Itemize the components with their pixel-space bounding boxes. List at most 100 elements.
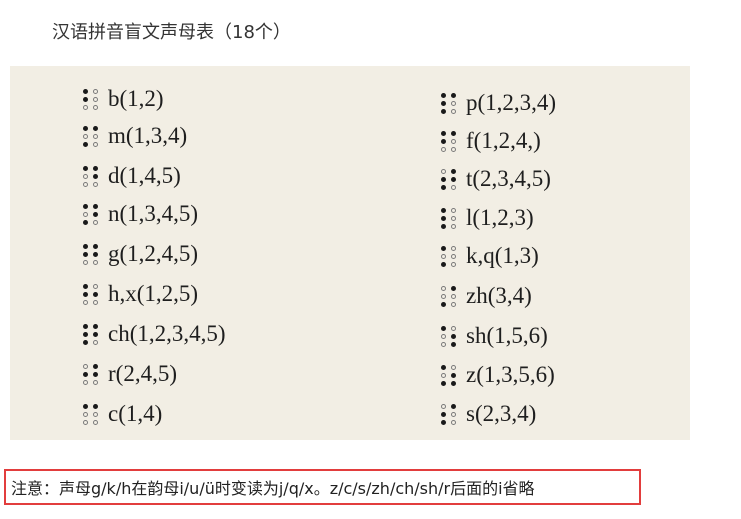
- braille-dot: [441, 176, 446, 182]
- initial-label: m(1,3,4): [108, 123, 188, 148]
- braille-dot: [93, 133, 98, 139]
- braille-dot: [441, 333, 446, 339]
- initial-label: s(2,3,4): [466, 401, 537, 426]
- braille-dot: [83, 173, 88, 179]
- braille-entry: g(1,2,4,5): [82, 237, 198, 271]
- braille-entry: f(1,2,4,): [440, 124, 541, 158]
- braille-entry: n(1,3,4,5): [82, 197, 198, 231]
- braille-dot: [451, 364, 456, 370]
- initial-label: p(1,2,3,4): [466, 90, 557, 115]
- braille-dot: [451, 138, 456, 144]
- braille-dot: [441, 341, 446, 347]
- braille-dot: [451, 419, 456, 425]
- braille-dot: [451, 293, 456, 299]
- braille-dot: [441, 130, 446, 136]
- braille-cell-icon: [440, 207, 457, 230]
- braille-dot: [93, 173, 98, 179]
- braille-dot: [441, 92, 446, 98]
- braille-dot: [441, 253, 446, 259]
- initial-label: t(2,3,4,5): [466, 166, 551, 191]
- braille-dot: [83, 203, 88, 209]
- braille-entry: sh(1,5,6): [440, 319, 548, 353]
- braille-dot: [93, 363, 98, 369]
- braille-dot: [83, 259, 88, 265]
- braille-dot: [93, 339, 98, 345]
- initial-label: sh(1,5,6): [466, 323, 548, 348]
- braille-dot: [83, 363, 88, 369]
- braille-dot: [451, 130, 456, 136]
- braille-dot: [451, 325, 456, 331]
- braille-dot: [451, 411, 456, 417]
- braille-entry: h,x(1,2,5): [82, 277, 198, 311]
- braille-dot: [441, 419, 446, 425]
- initial-label: n(1,3,4,5): [108, 201, 199, 226]
- braille-entry: ch(1,2,3,4,5): [82, 317, 226, 351]
- braille-dot: [451, 108, 456, 114]
- initial-label: ch(1,2,3,4,5): [108, 321, 226, 346]
- braille-cell-icon: [440, 285, 457, 308]
- braille-cell-icon: [440, 364, 457, 387]
- braille-cell-icon: [440, 168, 457, 191]
- braille-dot: [441, 146, 446, 152]
- braille-entry: k,q(1,3): [440, 239, 539, 273]
- braille-dot: [441, 372, 446, 378]
- braille-dot: [93, 211, 98, 217]
- braille-dot: [451, 333, 456, 339]
- braille-dot: [93, 379, 98, 385]
- braille-dot: [83, 133, 88, 139]
- initial-label: g(1,2,4,5): [108, 241, 199, 266]
- braille-dot: [93, 125, 98, 131]
- initial-label: b(1,2): [108, 86, 164, 111]
- braille-dot: [83, 181, 88, 187]
- braille-dot: [451, 253, 456, 259]
- braille-dot: [83, 379, 88, 385]
- braille-dot: [83, 125, 88, 131]
- braille-dot: [83, 141, 88, 147]
- braille-dot: [83, 88, 88, 94]
- page-title: 汉语拼音盲文声母表（18个）: [52, 22, 291, 43]
- braille-dot: [83, 331, 88, 337]
- braille-dot: [441, 261, 446, 267]
- initial-label: d(1,4,5): [108, 163, 181, 188]
- braille-dot: [93, 283, 98, 289]
- braille-dot: [441, 215, 446, 221]
- braille-dot: [451, 285, 456, 291]
- braille-cell-icon: [440, 325, 457, 348]
- initial-label: h,x(1,2,5): [108, 281, 199, 306]
- braille-dot: [93, 403, 98, 409]
- braille-dot: [83, 339, 88, 345]
- braille-cell-icon: [440, 403, 457, 426]
- initial-label: zh(3,4): [466, 283, 532, 308]
- braille-dot: [451, 215, 456, 221]
- braille-dot: [451, 372, 456, 378]
- braille-dot: [441, 223, 446, 229]
- braille-initials-image: b(1,2) m(1,3,4) d(1,4,5) n(1,3,4,5) g(1,2,4,…: [10, 66, 690, 440]
- initial-label: r(2,4,5): [108, 361, 177, 386]
- braille-entry: zh(3,4): [440, 279, 532, 313]
- braille-cell-icon: [82, 363, 99, 386]
- braille-dot: [93, 165, 98, 171]
- initial-label: l(1,2,3): [466, 205, 534, 230]
- braille-dot: [441, 293, 446, 299]
- braille-dot: [93, 411, 98, 417]
- braille-dot: [451, 146, 456, 152]
- braille-dot: [441, 184, 446, 190]
- braille-dot: [441, 207, 446, 213]
- braille-entry: d(1,4,5): [82, 159, 181, 193]
- braille-cell-icon: [82, 88, 99, 111]
- braille-dot: [451, 100, 456, 106]
- braille-cell-icon: [82, 203, 99, 226]
- braille-dot: [441, 403, 446, 409]
- braille-entry: r(2,4,5): [82, 357, 177, 391]
- braille-dot: [93, 219, 98, 225]
- braille-dot: [451, 176, 456, 182]
- braille-dot: [83, 165, 88, 171]
- braille-dot: [93, 371, 98, 377]
- braille-dot: [451, 403, 456, 409]
- braille-dot: [83, 411, 88, 417]
- braille-entry: s(2,3,4): [440, 397, 536, 431]
- braille-dot: [83, 104, 88, 110]
- initial-label: k,q(1,3): [466, 243, 539, 268]
- braille-dot: [441, 364, 446, 370]
- initial-label: c(1,4): [108, 401, 163, 426]
